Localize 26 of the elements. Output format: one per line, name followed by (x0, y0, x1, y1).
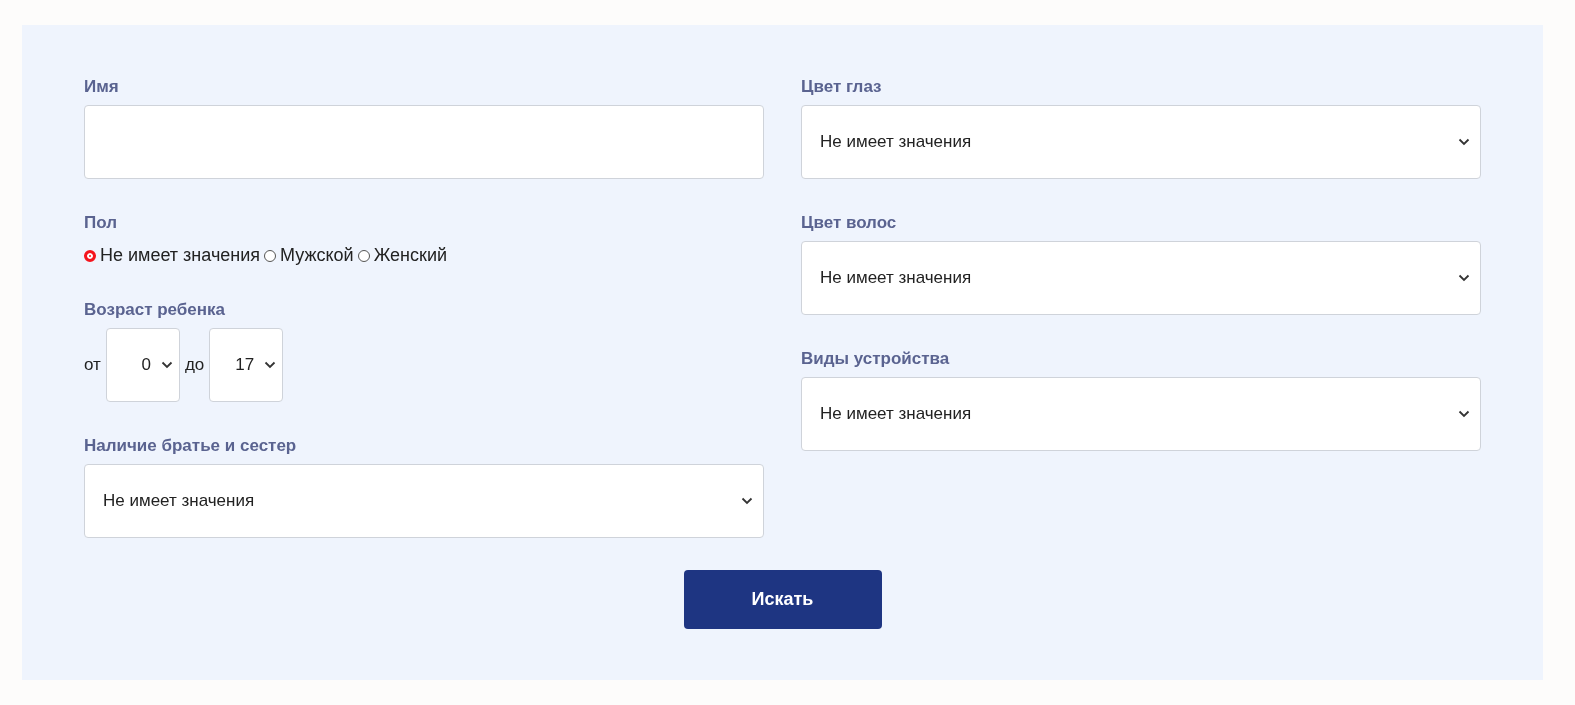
radio-option[interactable]: Мужской (264, 245, 354, 266)
chevron-down-icon (1458, 274, 1470, 282)
chevron-down-icon (741, 497, 753, 505)
name-input[interactable] (84, 105, 764, 179)
select-field[interactable]: Не имеет значения (84, 464, 764, 538)
radio-option[interactable]: Женский (357, 245, 447, 266)
from-label: от (84, 355, 101, 375)
select-field[interactable]: Не имеет значения (801, 377, 1481, 451)
chevron-down-icon (1458, 138, 1470, 146)
to-label: до (184, 355, 205, 375)
select-field[interactable]: Не имеет значения (801, 105, 1481, 179)
field-label: Цвет волос (801, 213, 898, 233)
field-label: Возраст ребенка (84, 300, 227, 320)
field-label: Наличие братье и сестер (84, 436, 298, 456)
field-label: Имя (84, 77, 120, 97)
field-label: Пол (84, 213, 118, 233)
radio-option[interactable]: Не имеет значения (84, 245, 261, 266)
field-label: Цвет глаз (801, 77, 883, 97)
select-field[interactable]: Не имеет значения (801, 241, 1481, 315)
chevron-down-icon (264, 361, 277, 369)
chevron-down-icon (1458, 410, 1470, 418)
select-field[interactable]: 0 (105, 328, 180, 402)
select-field[interactable]: 17 (209, 328, 284, 402)
search-button[interactable]: Искать (683, 570, 882, 629)
field-label: Виды устройства (801, 349, 951, 369)
chevron-down-icon (160, 361, 173, 369)
